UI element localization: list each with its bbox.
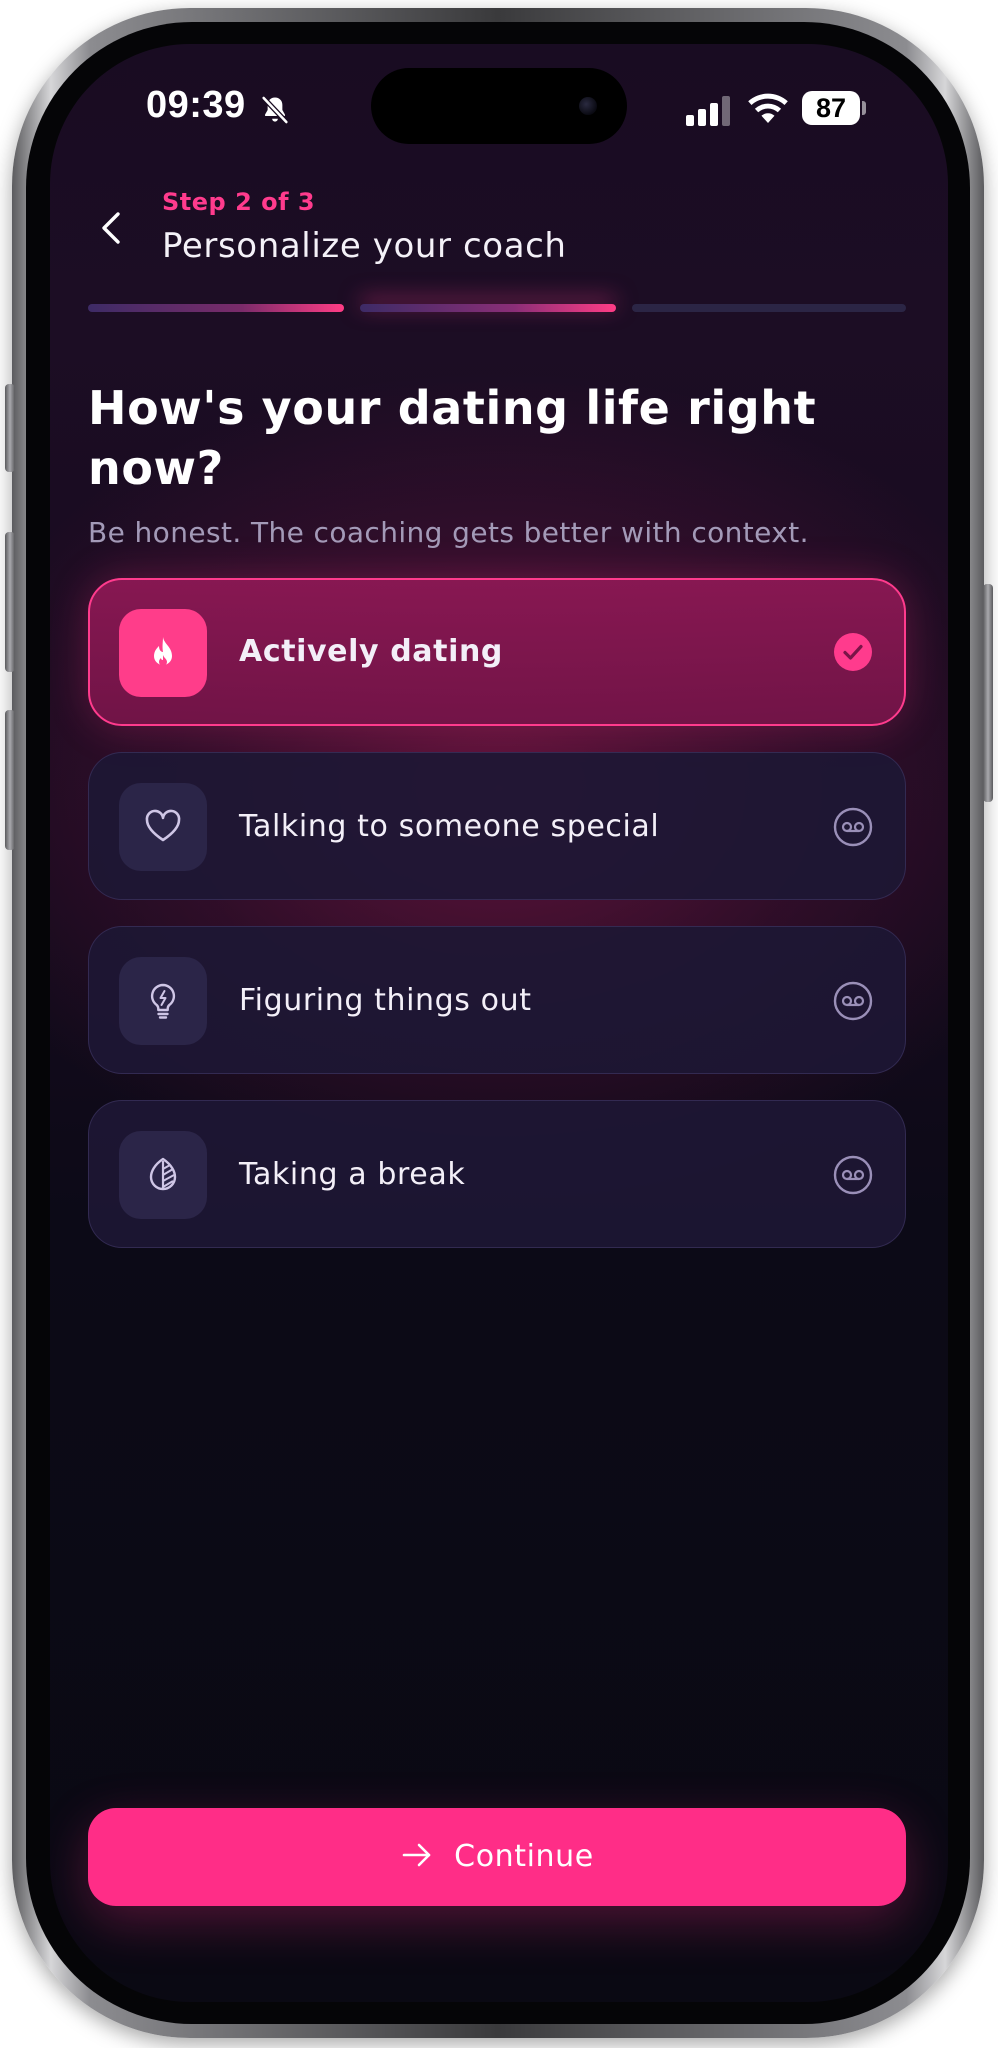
heart-icon [145, 809, 181, 842]
check-circle-icon [834, 633, 872, 671]
wifi-icon [748, 93, 788, 123]
status-time: 09:39 [146, 84, 246, 126]
volume-up-button [5, 532, 15, 672]
bell-slash-icon [261, 95, 289, 125]
option-icon-container [119, 609, 207, 697]
power-button [983, 584, 993, 802]
option-label: Taking a break [239, 1157, 466, 1192]
option-label: Figuring things out [239, 983, 532, 1018]
leaf-icon [149, 1157, 177, 1191]
radio-unselected-icon [833, 1155, 873, 1195]
option-icon-container [119, 957, 207, 1045]
question-title: How's your dating life right now? [88, 381, 817, 495]
flame-icon [154, 637, 172, 666]
option-talking-to-someone-special[interactable]: Talking to someone special [88, 752, 906, 900]
battery-level: 87 [802, 91, 860, 125]
back-chevron-icon[interactable] [96, 206, 128, 250]
progress-segment-2 [360, 304, 616, 312]
option-figuring-things-out[interactable]: Figuring things out [88, 926, 906, 1074]
step-indicator: Step 2 of 3 [162, 188, 316, 216]
battery-tip [862, 101, 866, 115]
radio-unselected-icon [833, 981, 873, 1021]
progress-segment-1 [88, 304, 344, 312]
lightbulb-icon [150, 983, 176, 1019]
continue-label: Continue [454, 1839, 594, 1874]
continue-button[interactable]: Continue [88, 1808, 906, 1906]
option-icon-container [119, 783, 207, 871]
option-label: Actively dating [239, 634, 503, 669]
radio-unselected-icon [833, 807, 873, 847]
question-subtitle: Be honest. The coaching gets better with… [88, 516, 809, 549]
arrow-right-icon [402, 1843, 431, 1866]
option-label: Talking to someone special [239, 809, 660, 844]
option-actively-dating[interactable]: Actively dating [88, 578, 906, 726]
volume-down-button [5, 710, 15, 850]
app-screen: 09:39 87 Step 2 of 3 Personalize your co… [50, 44, 948, 2002]
cellular-signal-icon [686, 96, 730, 126]
continue-button-content: Continue [88, 1808, 906, 1906]
option-icon-container [119, 1131, 207, 1219]
option-taking-a-break[interactable]: Taking a break [88, 1100, 906, 1248]
action-button [5, 384, 15, 472]
dynamic-island [371, 68, 627, 144]
progress-segment-3 [632, 304, 906, 312]
header-title: Personalize your coach [162, 226, 567, 266]
front-camera [579, 97, 597, 115]
